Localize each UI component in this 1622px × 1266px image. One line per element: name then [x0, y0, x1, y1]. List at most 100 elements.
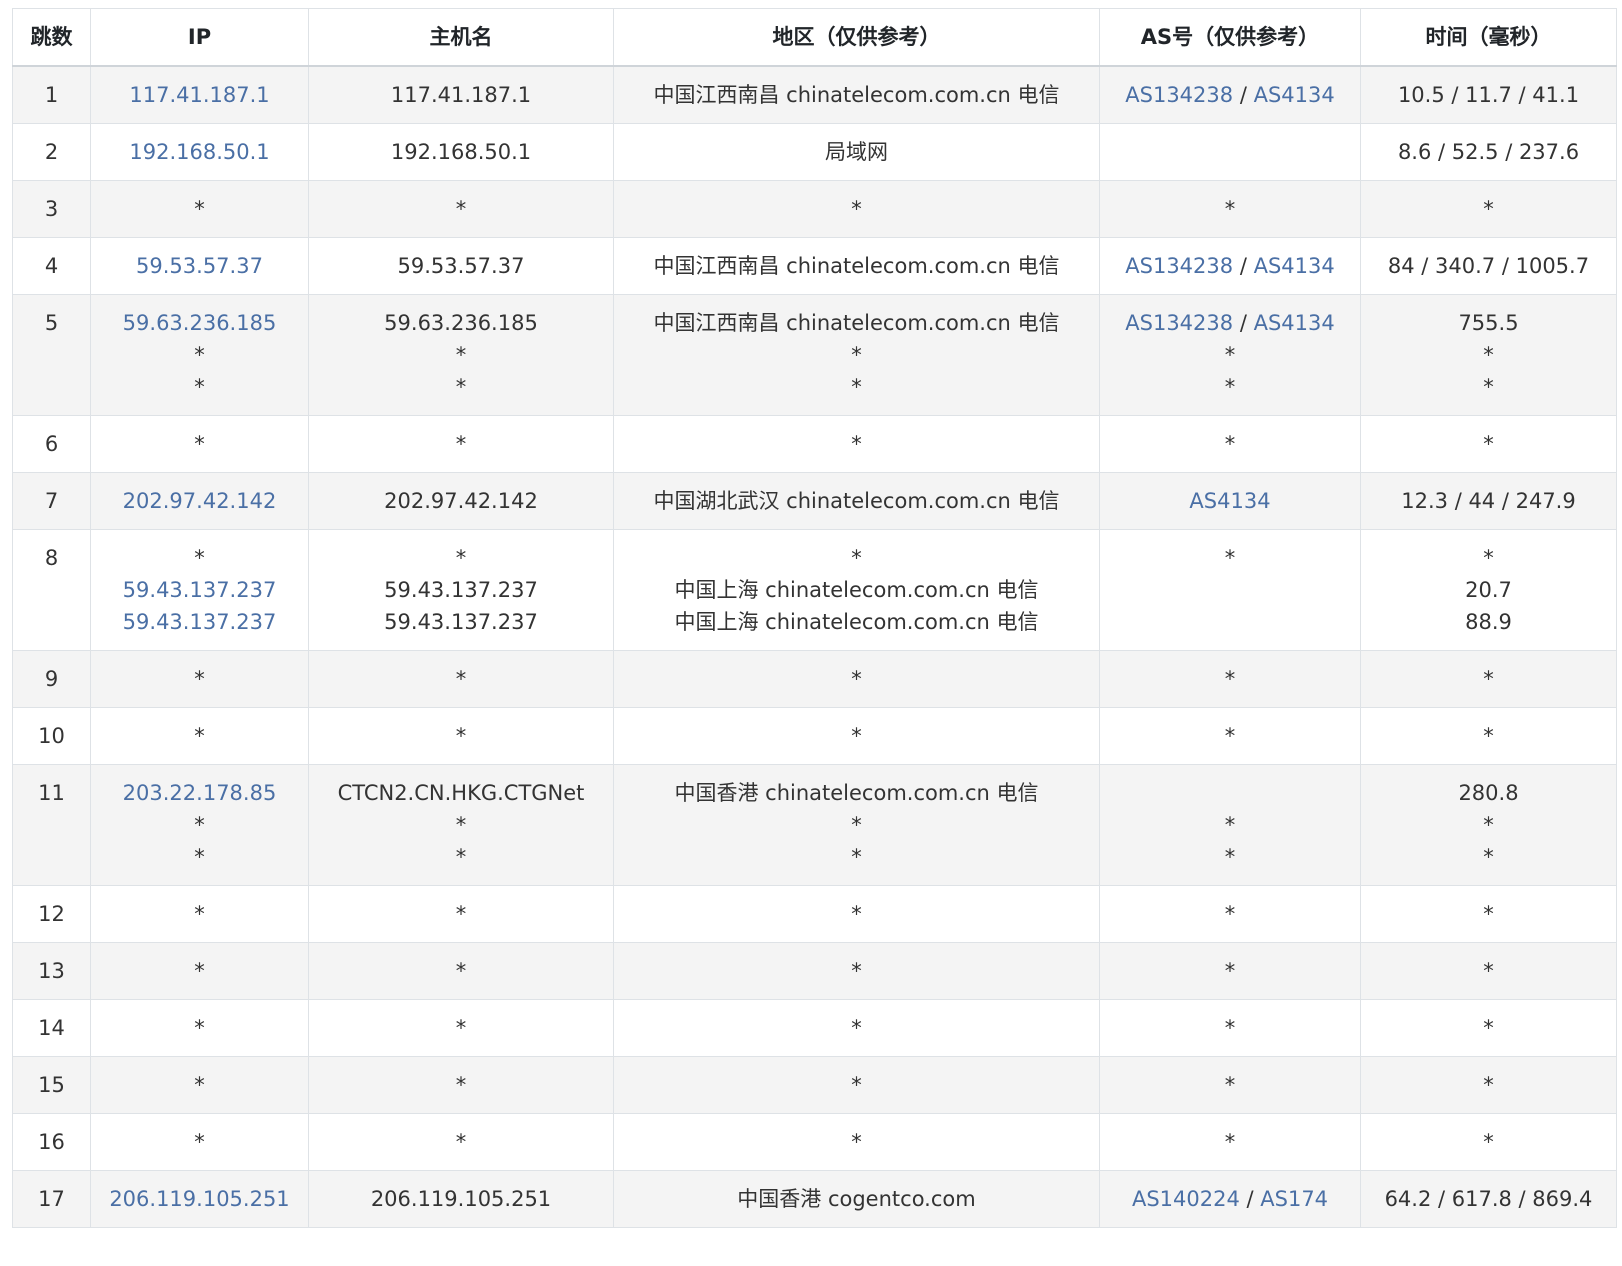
region-value: 中国上海 chinatelecom.com.cn 电信	[674, 610, 1039, 634]
region-value: 中国香港 chinatelecom.com.cn 电信	[674, 781, 1039, 805]
table-row: 7 202.97.42.142 202.97.42.142 中国湖北武汉 chinat…	[12, 472, 1617, 530]
as-line: *	[1106, 841, 1354, 873]
ip-cell: *	[90, 415, 309, 473]
time-cell: *	[1360, 180, 1617, 238]
region-value: *	[851, 724, 862, 748]
time-cell: *	[1360, 942, 1617, 1000]
ip-cell: *	[90, 885, 309, 943]
region-cell: *	[613, 180, 1100, 238]
hop-cell: 2	[12, 123, 91, 181]
hostname-value: *	[455, 546, 467, 570]
ip-link[interactable]: 59.63.236.185	[123, 311, 277, 335]
time-cell: *	[1360, 650, 1617, 708]
table-body: 1 117.41.187.1 117.41.187.1 中国江西南昌 chinatel…	[12, 65, 1617, 1228]
table-header: 跳数 IP 主机名 地区（仅供参考） AS号（仅供参考） 时间（毫秒）	[12, 8, 1617, 67]
ip-line: *	[97, 955, 302, 987]
as-value: *	[1224, 813, 1236, 837]
hostname-cell: 202.97.42.142	[308, 472, 614, 530]
column-header-region: 地区（仅供参考）	[613, 8, 1100, 67]
ip-cell: * 59.43.137.237 59.43.137.237	[90, 529, 309, 651]
region-value: 中国香港 cogentco.com	[737, 1187, 976, 1211]
time-value: 84 / 340.7 / 1005.7	[1387, 254, 1590, 278]
as-line: *	[1106, 1069, 1354, 1101]
region-cell: * 中国上海 chinatelecom.com.cn 电信 中国上海 chinate…	[613, 529, 1100, 651]
ip-value: *	[194, 197, 205, 221]
time-cell: 64.2 / 617.8 / 869.4	[1360, 1170, 1617, 1228]
hostname-cell: 117.41.187.1	[308, 65, 614, 124]
as-link[interactable]: AS134238	[1125, 83, 1233, 107]
ip-value: *	[194, 959, 205, 983]
ip-line: *	[97, 1126, 302, 1158]
ip-link[interactable]: 59.43.137.237	[123, 610, 277, 634]
ip-value: *	[194, 1130, 205, 1154]
time-value: *	[1483, 667, 1494, 691]
as-value: *	[1224, 432, 1236, 456]
ip-line: 202.97.42.142	[97, 485, 302, 517]
ip-link[interactable]: 206.119.105.251	[109, 1187, 289, 1211]
ip-value: *	[194, 1073, 205, 1097]
ip-value: *	[194, 432, 205, 456]
hop-cell: 16	[12, 1113, 91, 1171]
region-cell: *	[613, 885, 1100, 943]
as-link[interactable]: AS134238	[1125, 254, 1233, 278]
hop-number: 5	[44, 311, 59, 335]
region-value: *	[851, 343, 862, 367]
as-link[interactable]: AS4134	[1254, 311, 1335, 335]
region-cell: *	[613, 942, 1100, 1000]
ip-link[interactable]: 203.22.178.85	[123, 781, 277, 805]
as-value: *	[1224, 724, 1236, 748]
time-value: *	[1483, 1130, 1494, 1154]
as-link[interactable]: AS4134	[1254, 83, 1335, 107]
time-value: 20.7	[1465, 578, 1512, 602]
ip-link[interactable]: 59.53.57.37	[136, 254, 263, 278]
table-row: 9 * * * * *	[12, 650, 1617, 708]
ip-link[interactable]: 117.41.187.1	[129, 83, 269, 107]
hostname-value: *	[455, 375, 467, 399]
ip-link[interactable]: 192.168.50.1	[129, 140, 269, 164]
hop-number: 7	[44, 489, 59, 513]
hostname-cell: *	[308, 942, 614, 1000]
as-cell: AS134238 / AS4134 * *	[1099, 294, 1361, 416]
as-link[interactable]: AS4134	[1189, 489, 1270, 513]
hostname-cell: *	[308, 999, 614, 1057]
hostname-cell: 192.168.50.1	[308, 123, 614, 181]
as-link[interactable]: AS4134	[1254, 254, 1335, 278]
hop-cell: 13	[12, 942, 91, 1000]
region-value: 中国上海 chinatelecom.com.cn 电信	[674, 578, 1039, 602]
hostname-cell: CTCN2.CN.HKG.CTGNet * *	[308, 764, 614, 886]
table-row: 2 192.168.50.1 192.168.50.1 局域网 8.6 / 52.5 …	[12, 123, 1617, 181]
ip-link[interactable]: 59.43.137.237	[123, 578, 277, 602]
ip-cell: 202.97.42.142	[90, 472, 309, 530]
ip-cell: *	[90, 942, 309, 1000]
as-link[interactable]: AS134238	[1125, 311, 1233, 335]
ip-value: *	[194, 813, 205, 837]
time-cell: *	[1360, 1113, 1617, 1171]
column-header-time: 时间（毫秒）	[1360, 8, 1617, 67]
ip-cell: 206.119.105.251	[90, 1170, 309, 1228]
hop-number: 15	[38, 1073, 65, 1097]
region-value: *	[851, 1073, 862, 1097]
hop-cell: 10	[12, 707, 91, 765]
as-cell: * *	[1099, 764, 1361, 886]
as-link[interactable]: AS174	[1260, 1187, 1328, 1211]
table-row: 12 * * * * *	[12, 885, 1617, 943]
ip-line: *	[97, 193, 302, 225]
ip-value: *	[194, 343, 205, 367]
as-link[interactable]: AS140224	[1132, 1187, 1240, 1211]
hop-cell: 11	[12, 764, 91, 886]
as-value: *	[1224, 1073, 1236, 1097]
hop-number: 13	[38, 959, 65, 983]
table-row: 8 * 59.43.137.237 59.43.137.237 * 59.43.137.2…	[12, 529, 1617, 651]
hop-number: 12	[38, 902, 65, 926]
as-line: *	[1106, 339, 1354, 371]
ip-link[interactable]: 202.97.42.142	[123, 489, 277, 513]
time-cell: *	[1360, 707, 1617, 765]
hop-cell: 4	[12, 237, 91, 295]
ip-cell: *	[90, 999, 309, 1057]
column-header-hop: 跳数	[12, 8, 91, 67]
as-value: *	[1224, 343, 1236, 367]
time-value: *	[1483, 813, 1494, 837]
hostname-value: *	[455, 1073, 467, 1097]
as-line	[1106, 777, 1354, 809]
as-line: *	[1106, 663, 1354, 695]
